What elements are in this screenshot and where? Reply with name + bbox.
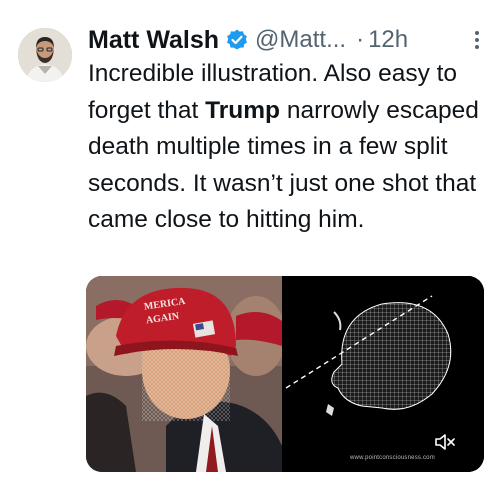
tweet-text-bold[interactable]: Trump bbox=[205, 97, 280, 124]
verified-badge-icon bbox=[225, 28, 249, 52]
author-avatar[interactable] bbox=[18, 28, 72, 82]
author-name[interactable]: Matt Walsh bbox=[88, 26, 219, 55]
watermark: www.pointconsciousness.com bbox=[350, 455, 435, 461]
speaker-muted-icon[interactable] bbox=[434, 432, 456, 452]
separator-dot: · bbox=[356, 26, 365, 53]
tweet-text: Incredible illustration. Also easy to fo… bbox=[88, 56, 488, 239]
tweet-header: Matt Walsh @Matt... · 12h bbox=[88, 22, 486, 58]
trump-photo: MERICA AGAIN bbox=[86, 276, 282, 472]
timestamp[interactable]: 12h bbox=[368, 26, 408, 54]
author-handle[interactable]: @Matt... bbox=[255, 26, 346, 54]
media-video[interactable]: MERICA AGAIN www.pointconsciousness.com bbox=[86, 276, 484, 472]
more-options-icon[interactable] bbox=[468, 25, 486, 55]
